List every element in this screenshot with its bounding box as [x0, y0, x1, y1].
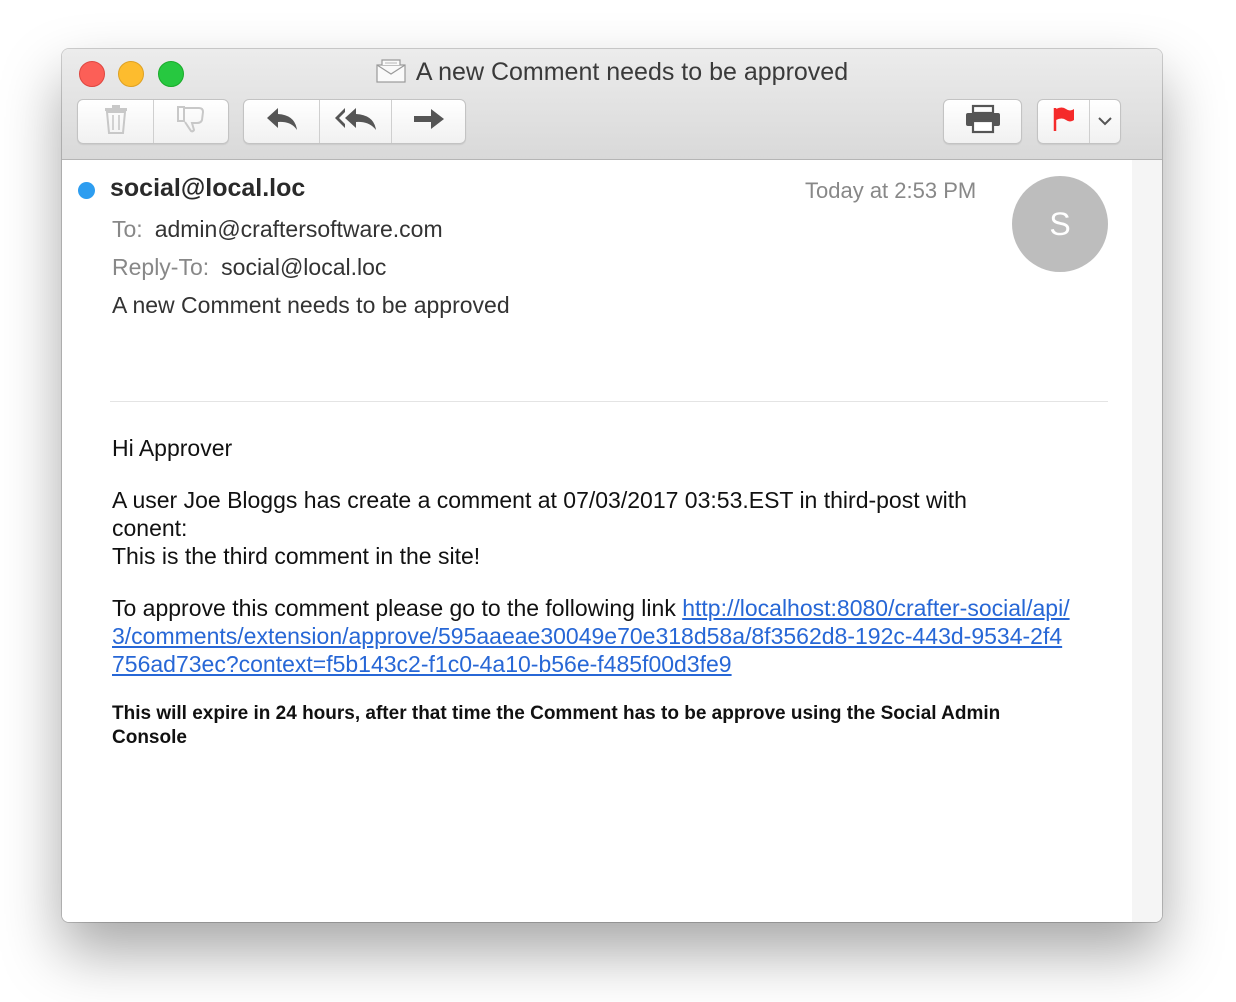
flag-group	[1037, 99, 1121, 144]
envelope-icon	[376, 59, 406, 90]
sender-address[interactable]: social@local.loc	[110, 174, 305, 203]
reply-icon	[265, 106, 299, 137]
reply-all-icon	[334, 106, 378, 137]
window-title: A new Comment needs to be approved	[415, 58, 849, 86]
print-button[interactable]	[944, 100, 1021, 143]
scrollbar-track[interactable]	[1132, 160, 1162, 922]
comment-paragraph: A user Joe Bloggs has create a comment a…	[112, 486, 1032, 570]
expire-note: This will expire in 24 hours, after that…	[112, 703, 1001, 748]
reply-all-button[interactable]	[320, 100, 392, 143]
reply-to-line: Reply-To: social@local.loc	[112, 254, 386, 281]
reply-to-address[interactable]: social@local.loc	[221, 254, 386, 280]
approve-paragraph: To approve this comment please go to the…	[112, 594, 1072, 678]
title-bar: A new Comment needs to be approved	[62, 49, 1162, 160]
comment-info: A user Joe Bloggs has create a comment a…	[112, 487, 967, 541]
forward-button[interactable]	[392, 100, 465, 143]
flag-button[interactable]	[1038, 100, 1090, 143]
flag-menu-button[interactable]	[1090, 100, 1120, 143]
forward-icon	[412, 106, 446, 137]
message-view: social@local.loc Today at 2:53 PM S To: a…	[62, 160, 1132, 922]
to-address[interactable]: admin@craftersoftware.com	[155, 216, 443, 242]
avatar: S	[1012, 176, 1108, 272]
delete-junk-group	[77, 99, 229, 144]
reply-group	[243, 99, 466, 144]
junk-button[interactable]	[154, 100, 228, 143]
avatar-initial: S	[1049, 205, 1071, 242]
reply-to-label: Reply-To:	[112, 254, 210, 280]
message-date: Today at 2:53 PM	[805, 178, 977, 203]
window-title-wrap: A new Comment needs to be approved	[62, 58, 1162, 90]
trash-icon	[103, 104, 129, 139]
delete-button[interactable]	[78, 100, 154, 143]
flag-icon	[1052, 106, 1076, 137]
printer-icon	[964, 104, 1002, 139]
unread-indicator	[78, 182, 95, 199]
to-line: To: admin@craftersoftware.com	[112, 216, 443, 243]
to-label: To:	[112, 216, 143, 242]
header-divider	[110, 401, 1108, 402]
subject: A new Comment needs to be approved	[112, 292, 510, 318]
thumbs-down-icon	[175, 104, 207, 139]
print-group	[943, 99, 1022, 144]
chevron-down-icon	[1098, 113, 1112, 131]
mail-window: A new Comment needs to be approved socia…	[62, 49, 1162, 922]
reply-button[interactable]	[244, 100, 320, 143]
approve-text: To approve this comment please go to the…	[112, 595, 683, 621]
comment-content: This is the third comment in the site!	[112, 543, 481, 569]
greeting: Hi Approver	[112, 435, 233, 461]
